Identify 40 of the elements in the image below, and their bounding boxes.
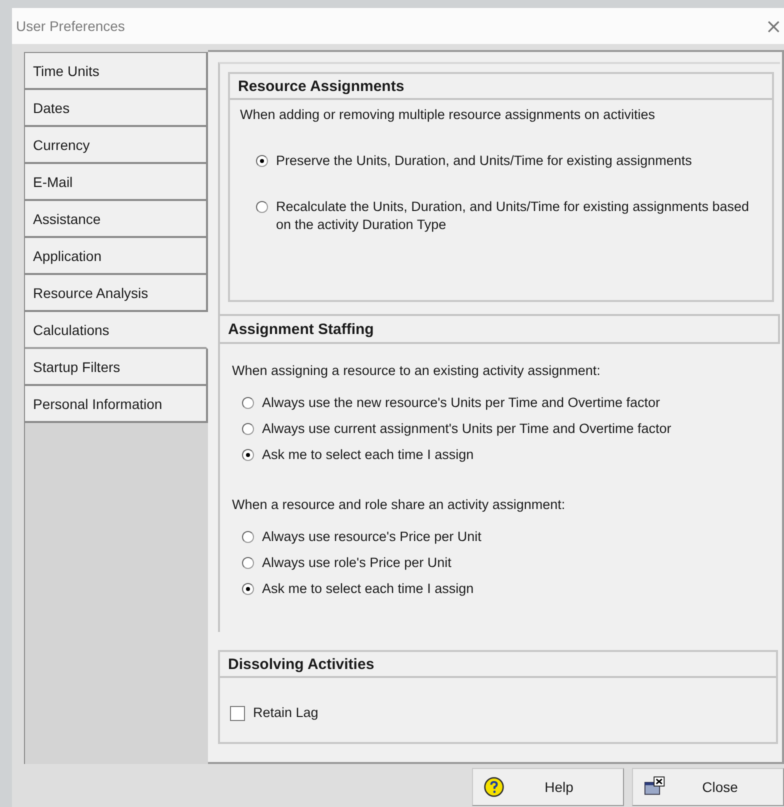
window-title: User Preferences bbox=[16, 18, 125, 34]
radio-button[interactable] bbox=[242, 423, 254, 435]
option-label: Always use resource's Price per Unit bbox=[262, 528, 482, 546]
checkbox[interactable] bbox=[230, 706, 245, 720]
sidebar-item[interactable]: Application bbox=[25, 238, 208, 275]
radio-button[interactable] bbox=[256, 201, 268, 213]
sidebar-item[interactable]: Dates bbox=[25, 90, 208, 127]
option-label: Always use role's Price per Unit bbox=[262, 554, 452, 572]
section-header: Resource Assignments bbox=[230, 74, 772, 100]
prompt-text: When a resource and role share an activity assignment: bbox=[232, 496, 566, 514]
help-button[interactable]: Help bbox=[472, 768, 624, 806]
sidebar-item[interactable]: Startup Filters bbox=[25, 349, 208, 386]
close-button[interactable]: Close bbox=[632, 768, 784, 806]
help-icon bbox=[483, 776, 505, 798]
sidebar-item[interactable]: Resource Analysis bbox=[25, 275, 208, 312]
option-label: Preserve the Units, Duration, and Units/Time for existing assignments bbox=[276, 152, 692, 170]
radio-button[interactable] bbox=[242, 557, 254, 569]
option-label: Ask me to select each time I assign bbox=[262, 446, 474, 464]
radio-button[interactable] bbox=[242, 397, 254, 409]
option-label: Always use current assignment's Units per Time and Overtime factor bbox=[262, 420, 672, 438]
radio-button[interactable] bbox=[242, 583, 254, 595]
checkbox-label: Retain Lag bbox=[253, 704, 318, 722]
sidebar-item[interactable]: E-Mail bbox=[25, 164, 208, 201]
sidebar-item[interactable]: Calculations bbox=[25, 312, 208, 349]
close-button[interactable]: × bbox=[763, 14, 784, 38]
sidebar-item[interactable]: Time Units bbox=[25, 53, 208, 90]
option-label: Ask me to select each time I assign bbox=[262, 580, 474, 598]
sidebar-item[interactable]: Currency bbox=[25, 127, 208, 164]
prompt-text: When adding or removing multiple resource assignments on activities bbox=[240, 106, 656, 124]
prompt-text: When assigning a resource to an existing activity assignment: bbox=[232, 362, 602, 380]
radio-button[interactable] bbox=[256, 155, 268, 167]
window-close-icon bbox=[643, 776, 667, 798]
option-label: Recalculate the Units, Duration, and Units/Time for existing assignments based on the activity Duration Type bbox=[276, 198, 750, 234]
section-header: Dissolving Activities bbox=[220, 652, 776, 678]
sidebar-item[interactable]: Personal Information bbox=[25, 386, 208, 423]
option-label: Always use the new resource's Units per Time and Overtime factor bbox=[262, 394, 660, 412]
section-header: Assignment Staffing bbox=[220, 314, 780, 344]
radio-button[interactable] bbox=[242, 531, 254, 543]
sidebar-item[interactable]: Assistance bbox=[25, 201, 208, 238]
radio-button[interactable] bbox=[242, 449, 254, 461]
